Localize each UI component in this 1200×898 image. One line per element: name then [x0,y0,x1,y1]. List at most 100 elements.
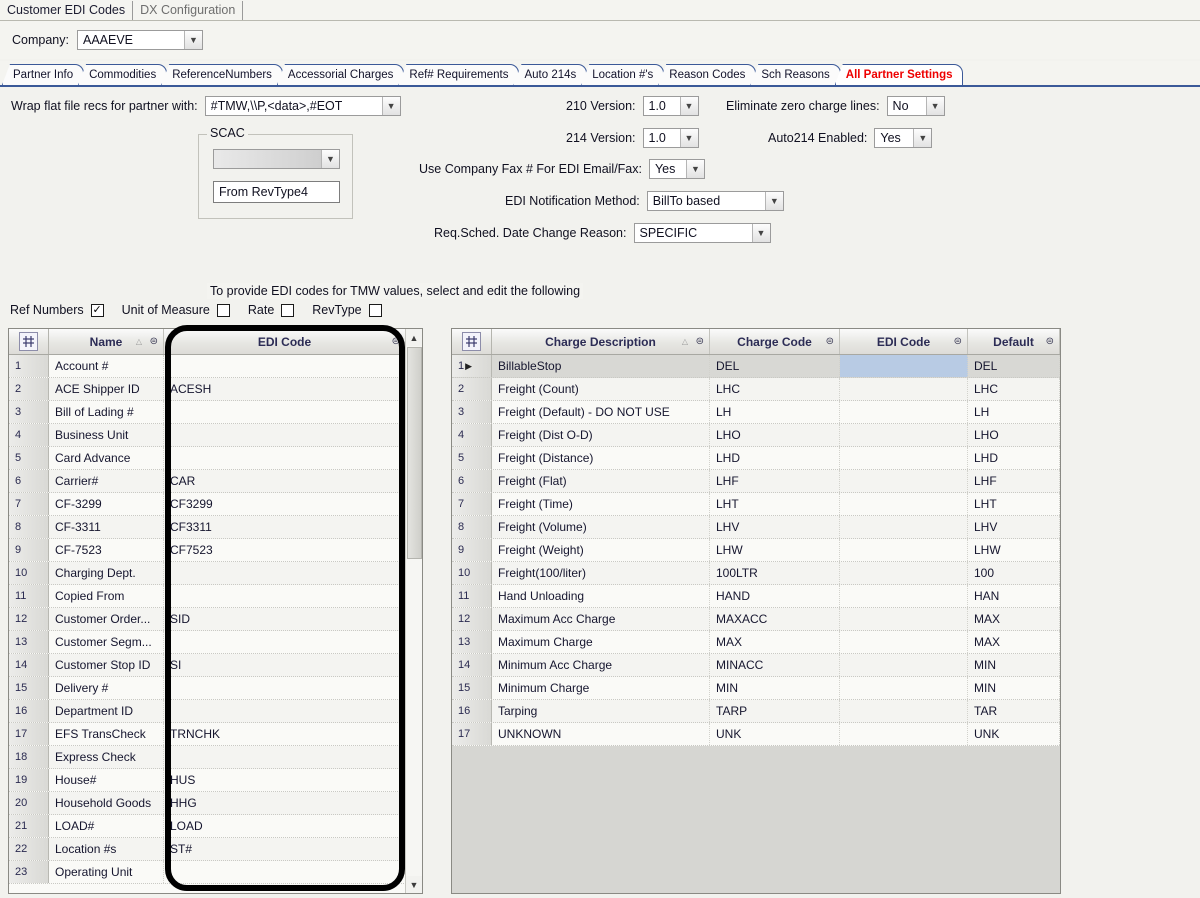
table-row[interactable]: 10 Charging Dept. [9,562,422,585]
edi-code-cell[interactable] [164,631,406,653]
edi-code-cell[interactable] [164,401,406,423]
name-cell[interactable]: Express Check [49,746,164,768]
charge-code-cell[interactable]: MAXACC [710,608,840,630]
window-tab-dx-configuration[interactable]: DX Configuration [133,1,244,20]
charge-code-cell[interactable]: LHT [710,493,840,515]
default-cell[interactable]: LHD [968,447,1060,469]
date-change-reason-select[interactable]: SPECIFIC ▼ [633,223,771,243]
table-row[interactable]: 16 Tarping TARP TAR [452,700,1060,723]
default-cell[interactable]: TAR [968,700,1060,722]
table-row[interactable]: 17 UNKNOWN UNK UNK [452,723,1060,746]
name-cell[interactable]: Bill of Lading # [49,401,164,423]
charge-code-cell[interactable]: 100LTR [710,562,840,584]
default-cell[interactable]: LHT [968,493,1060,515]
charge-description-cell[interactable]: Freight (Volume) [492,516,710,538]
default-cell[interactable]: MAX [968,608,1060,630]
charge-code-cell[interactable]: LH [710,401,840,423]
edi-code-cell[interactable] [164,861,406,883]
table-row[interactable]: 16 Department ID [9,700,422,723]
table-row[interactable]: 3 Bill of Lading # [9,401,422,424]
default-cell[interactable]: LHO [968,424,1060,446]
edi-code-cell[interactable]: CF7523 [164,539,406,561]
name-cell[interactable]: Delivery # [49,677,164,699]
charge-code-cell[interactable]: MAX [710,631,840,653]
table-row[interactable]: 12 Maximum Acc Charge MAXACC MAX [452,608,1060,631]
column-filter-icon[interactable]: ⊜ [696,336,704,347]
charge-description-cell[interactable]: Maximum Acc Charge [492,608,710,630]
checkbox-rate[interactable] [281,303,295,317]
checkbox-unit-of-measure[interactable] [216,303,230,317]
default-cell[interactable]: LHV [968,516,1060,538]
edi-code-cell[interactable]: ACESH [164,378,406,400]
name-cell[interactable]: LOAD# [49,815,164,837]
charge-code-cell[interactable]: LHC [710,378,840,400]
version-210-select[interactable]: 1.0 ▼ [642,96,699,116]
tab-sch-reasons[interactable]: Sch Reasons [750,64,841,85]
default-cell[interactable]: UNK [968,723,1060,745]
name-cell[interactable]: Charging Dept. [49,562,164,584]
table-row[interactable]: 20 Household Goods HHG [9,792,422,815]
grid-settings-button[interactable] [9,329,49,354]
table-row[interactable]: 1 Account # [9,355,422,378]
charge-description-cell[interactable]: Tarping [492,700,710,722]
table-row[interactable]: 9 Freight (Weight) LHW LHW [452,539,1060,562]
name-cell[interactable]: Operating Unit [49,861,164,883]
auto214-select[interactable]: Yes ▼ [874,128,933,148]
ref-numbers-grid-body[interactable]: 1 Account #2 ACE Shipper ID ACESH 3 Bill of L… [9,355,422,884]
company-select[interactable]: AAAEVE ▼ [76,30,203,50]
tab-partner-info[interactable]: Partner Info [2,64,85,85]
table-row[interactable]: 8 Freight (Volume) LHV LHV [452,516,1060,539]
name-cell[interactable]: EFS TransCheck [49,723,164,745]
edi-code-cell[interactable] [840,516,968,538]
default-cell[interactable]: MIN [968,677,1060,699]
charge-description-cell[interactable]: Freight (Weight) [492,539,710,561]
edi-code-cell[interactable]: SI [164,654,406,676]
name-cell[interactable]: Copied From [49,585,164,607]
edi-code-cell[interactable] [164,700,406,722]
charge-code-cell[interactable]: LHO [710,424,840,446]
chevron-down-icon[interactable]: ▼ [751,224,770,242]
chevron-down-icon[interactable]: ▼ [764,192,783,210]
table-row[interactable]: 15 Delivery # [9,677,422,700]
name-cell[interactable]: Location #s [49,838,164,860]
charge-description-cell[interactable]: UNKNOWN [492,723,710,745]
column-header-edi-code[interactable]: EDI Code ⊜ [840,329,968,354]
charge-description-cell[interactable]: Maximum Charge [492,631,710,653]
table-row[interactable]: 14 Customer Stop ID SI [9,654,422,677]
table-row[interactable]: 5 Freight (Distance) LHD LHD [452,447,1060,470]
table-row[interactable]: 6 Freight (Flat) LHF LHF [452,470,1060,493]
chevron-down-icon[interactable]: ▼ [925,97,944,115]
table-row[interactable]: 12 Customer Order... SID [9,608,422,631]
tab-commodities[interactable]: Commodities [78,64,168,85]
edi-code-cell[interactable]: ST# [164,838,406,860]
charge-description-cell[interactable]: Freight (Count) [492,378,710,400]
edi-code-cell[interactable] [164,746,406,768]
charge-description-cell[interactable]: Freight (Flat) [492,470,710,492]
table-row[interactable]: 14 Minimum Acc Charge MINACC MIN [452,654,1060,677]
charge-code-cell[interactable]: LHF [710,470,840,492]
name-cell[interactable]: Account # [49,355,164,377]
scac-text-input[interactable]: From RevType4 [213,181,340,203]
scroll-down-icon[interactable]: ▼ [406,876,422,893]
default-cell[interactable]: LHF [968,470,1060,492]
table-row[interactable]: 17 EFS TransCheck TRNCHK [9,723,422,746]
charge-code-cell[interactable]: MINACC [710,654,840,676]
edi-code-cell[interactable] [164,447,406,469]
default-cell[interactable]: LH [968,401,1060,423]
edi-code-cell[interactable]: SID [164,608,406,630]
default-cell[interactable]: MAX [968,631,1060,653]
edi-code-cell[interactable]: TRNCHK [164,723,406,745]
table-row[interactable]: 3 Freight (Default) - DO NOT USE LH LH [452,401,1060,424]
name-cell[interactable]: Business Unit [49,424,164,446]
table-row[interactable]: 9 CF-7523 CF7523 [9,539,422,562]
chevron-down-icon[interactable]: ▼ [321,150,339,168]
table-row[interactable]: 10 Freight(100/liter) 100LTR 100 [452,562,1060,585]
edi-code-cell[interactable]: LOAD [164,815,406,837]
edi-code-cell[interactable]: CF3299 [164,493,406,515]
edi-code-cell[interactable] [840,447,968,469]
charge-description-cell[interactable]: BillableStop [492,355,710,377]
tab-all-partner-settings[interactable]: All Partner Settings [834,64,964,85]
charge-description-cell[interactable]: Freight (Distance) [492,447,710,469]
edi-code-cell[interactable] [164,562,406,584]
name-cell[interactable]: Card Advance [49,447,164,469]
